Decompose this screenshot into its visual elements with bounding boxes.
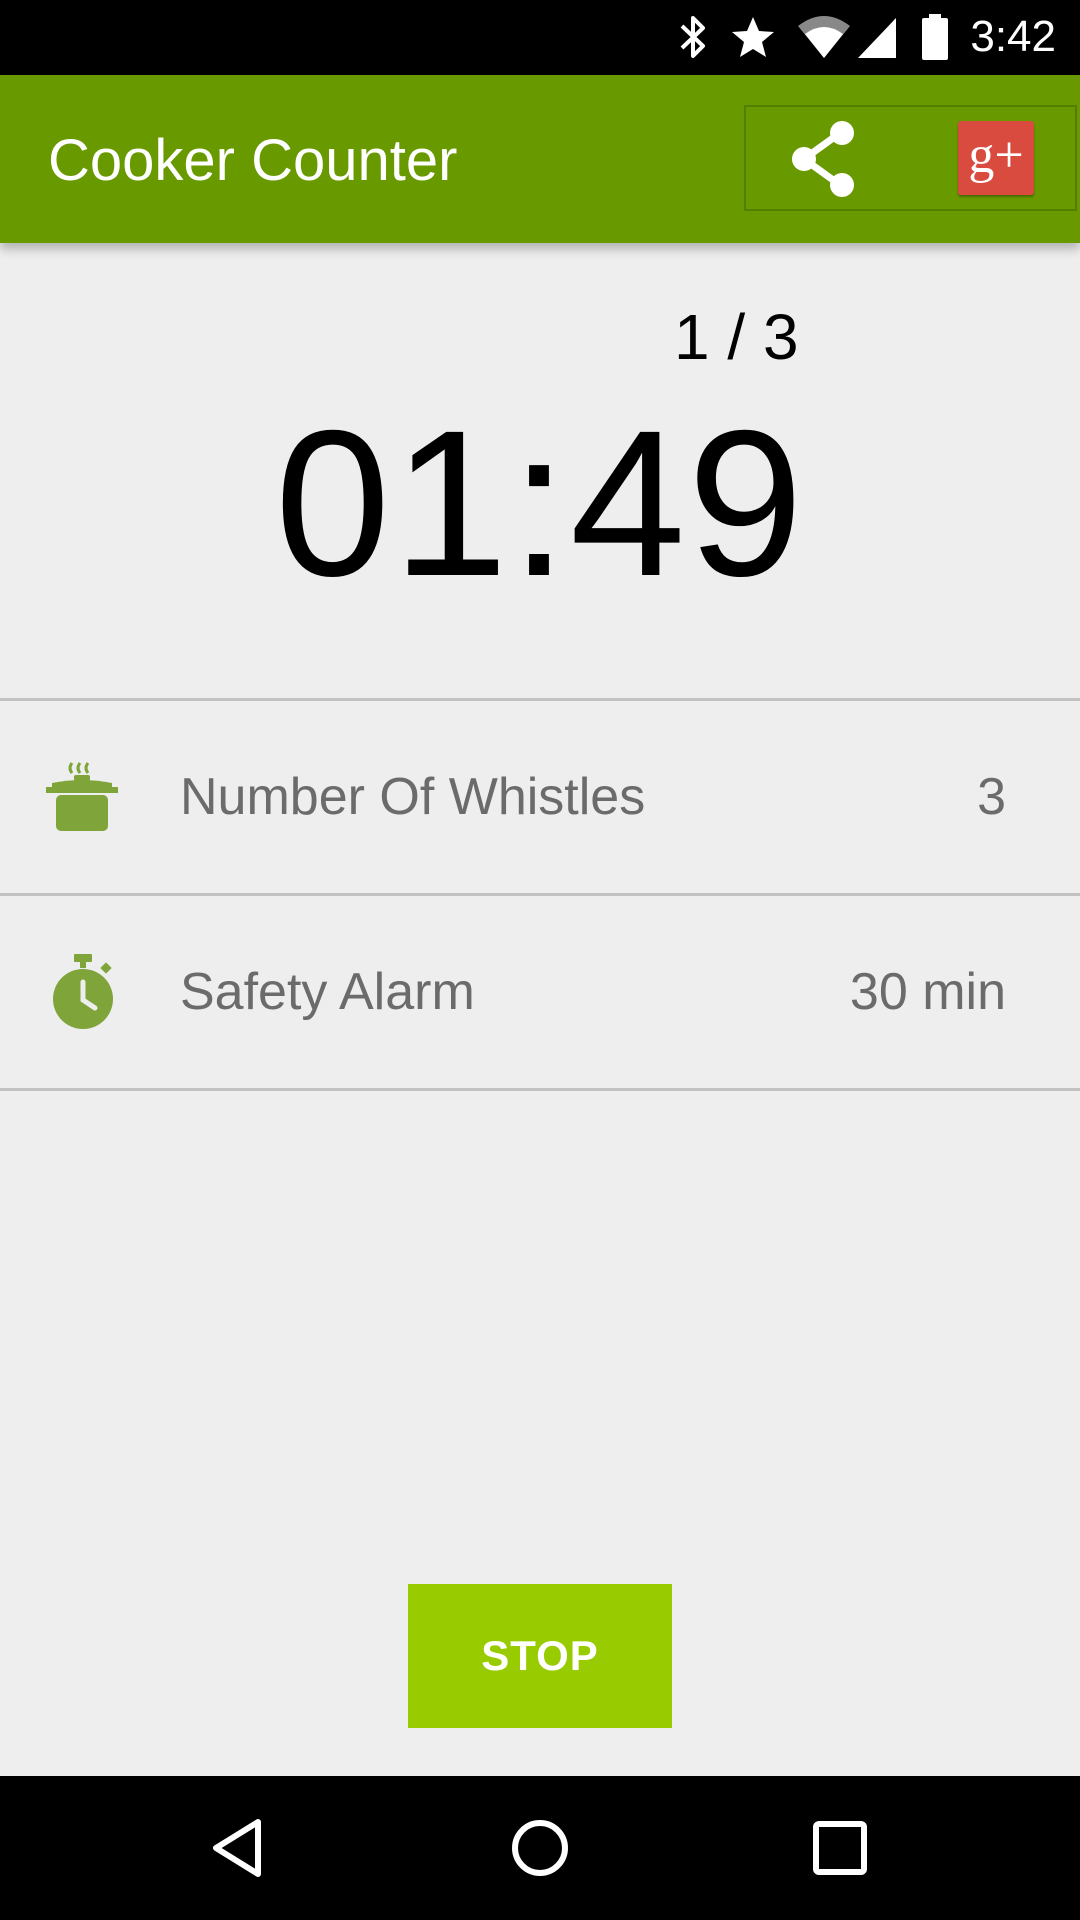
safety-alarm-value: 30 min bbox=[849, 963, 1006, 1021]
safety-alarm-label: Safety Alarm bbox=[180, 963, 475, 1021]
signal-icon bbox=[858, 18, 896, 58]
cooker-icon bbox=[46, 762, 118, 831]
bluetooth-icon bbox=[680, 16, 705, 58]
back-icon[interactable] bbox=[208, 1816, 272, 1880]
app-title: Cooker Counter bbox=[48, 128, 458, 193]
setting-row-safety-alarm[interactable]: Safety Alarm 30 min bbox=[0, 896, 1080, 1086]
status-bar: 3:42 bbox=[0, 0, 1080, 75]
google-plus-button[interactable]: g+ bbox=[958, 121, 1034, 195]
share-button[interactable] bbox=[786, 117, 866, 201]
action-buttons: g+ bbox=[744, 105, 1077, 211]
battery-icon bbox=[922, 14, 948, 60]
share-icon bbox=[792, 121, 854, 197]
wifi-icon bbox=[798, 16, 850, 58]
whistles-label: Number Of Whistles bbox=[180, 768, 646, 826]
setting-row-whistles[interactable]: Number Of Whistles 3 bbox=[0, 701, 1080, 891]
stopwatch-icon bbox=[53, 954, 113, 1029]
whistles-value: 3 bbox=[977, 768, 1006, 826]
whistle-progress: 1 / 3 bbox=[674, 301, 799, 373]
recents-icon[interactable] bbox=[808, 1816, 872, 1880]
home-icon[interactable] bbox=[508, 1816, 572, 1880]
divider bbox=[0, 1088, 1080, 1091]
google-plus-icon: g+ bbox=[968, 127, 1024, 184]
countdown-timer: 01:49 bbox=[274, 388, 806, 620]
status-time: 3:42 bbox=[970, 12, 1056, 61]
stop-button[interactable]: STOP bbox=[408, 1584, 672, 1728]
app-bar: Cooker Counter g+ bbox=[0, 75, 1080, 243]
navigation-bar bbox=[0, 1776, 1080, 1920]
star-icon bbox=[732, 17, 774, 57]
